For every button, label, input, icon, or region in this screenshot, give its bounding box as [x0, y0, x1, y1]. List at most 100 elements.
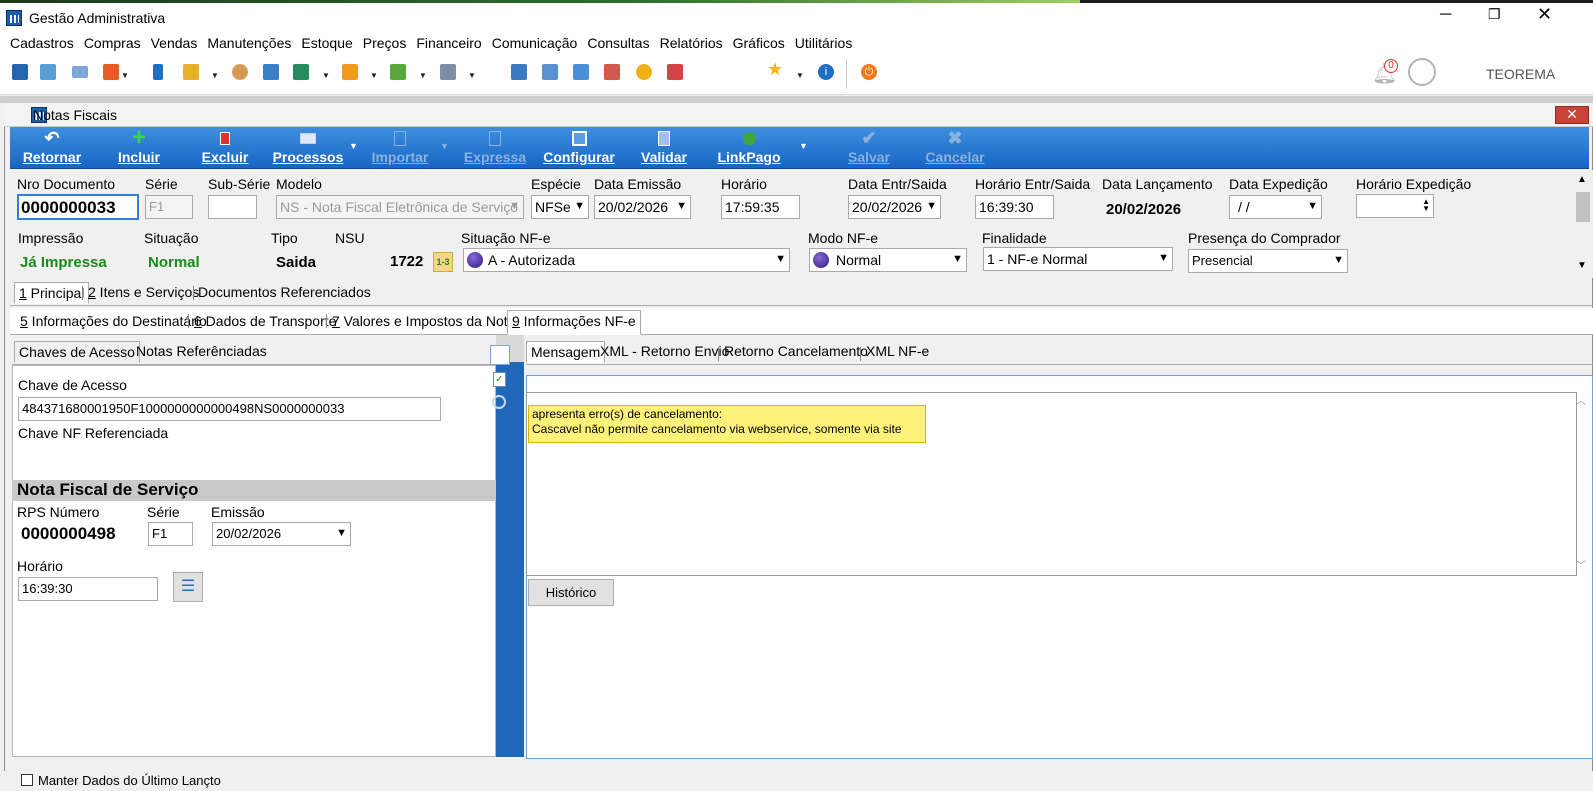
horario-list-button[interactable]: ☰ [173, 572, 203, 602]
nsu-lookup-icon[interactable]: 1-3 [433, 252, 453, 272]
horario-entr-saida-input[interactable]: 16:39:30 [975, 195, 1054, 219]
scroll-thumb[interactable] [1576, 192, 1590, 222]
tab-notas-referenciadas[interactable]: Notas Referênciadas [132, 341, 271, 363]
horario-expedicao-spinner[interactable]: ▲ ▼ [1356, 194, 1434, 218]
especie-select[interactable]: NFSe ▼ [531, 195, 589, 219]
tab-xml-retorno-envio[interactable]: XML - Retorno Envio [596, 341, 733, 363]
dropdown-arrow-icon[interactable]: ▼ [211, 71, 219, 80]
tab-documentos-referenciados[interactable]: Documentos Referenciados [194, 282, 375, 304]
presenca-select[interactable]: Presencial ▼ [1188, 249, 1348, 273]
data-emissao-picker[interactable]: 20/02/2026 ▼ [594, 195, 691, 219]
document-arrow-icon[interactable] [490, 345, 510, 365]
scroll-down-icon[interactable]: ▼ [1577, 260, 1587, 271]
horario-input[interactable]: 17:59:35 [721, 195, 800, 219]
tag-icon[interactable] [342, 64, 358, 80]
excluir-button[interactable]: Excluir [200, 127, 250, 169]
menu-estoque[interactable]: Estoque [291, 33, 352, 53]
situacao-nfe-select[interactable]: A - Autorizada ▼ [463, 248, 790, 272]
file-icon[interactable] [153, 64, 163, 80]
tab-valores-impostos[interactable]: 7 Valores e Impostos da Nota [328, 311, 519, 333]
tab-xml-nfe[interactable]: XML NF-e [862, 341, 933, 363]
report-icon[interactable] [667, 64, 683, 80]
card-icon[interactable] [72, 66, 88, 78]
close-window-button[interactable]: ✕ [1555, 106, 1589, 124]
tab-itens-servicos[interactable]: 2 Itens e Serviços [84, 282, 203, 304]
linkpago-dropdown-icon[interactable]: ▼ [799, 141, 808, 151]
bank-icon[interactable] [263, 64, 279, 80]
info-icon[interactable]: i [818, 64, 834, 80]
schedule-icon[interactable] [604, 64, 620, 80]
avatar-icon[interactable] [1408, 58, 1436, 86]
incluir-button[interactable]: + Incluir [114, 124, 164, 169]
menu-compras[interactable]: Compras [74, 33, 141, 53]
linkpago-button[interactable]: LinkPago [716, 127, 782, 169]
configurar-button[interactable]: Configurar [542, 127, 616, 169]
menu-graficos[interactable]: Gráficos [723, 33, 785, 53]
cart-icon[interactable] [293, 64, 309, 80]
manter-dados-checkbox[interactable] [21, 774, 33, 786]
processos-dropdown-icon[interactable]: ▼ [349, 141, 358, 151]
money-icon[interactable] [390, 64, 406, 80]
dropdown-arrow-icon[interactable]: ▼ [322, 71, 330, 80]
data-entr-saida-picker[interactable]: 20/02/2026 ▼ [848, 195, 941, 219]
close-app-icon[interactable]: ✕ [1537, 4, 1552, 25]
tab-informacoes-nfe[interactable]: 9 Informações NF-e [507, 310, 641, 335]
clock-icon[interactable] [636, 64, 652, 80]
menu-consultas[interactable]: Consultas [577, 33, 649, 53]
validar-button[interactable]: Validar [636, 127, 692, 169]
checklist-icon[interactable]: ✓ [493, 372, 506, 387]
menu-relatorios[interactable]: Relatórios [650, 33, 723, 53]
menu-vendas[interactable]: Vendas [141, 33, 198, 53]
tab-informacoes-destinatario[interactable]: 5 Informações do Destinatário [16, 311, 211, 333]
grid-icon[interactable] [511, 64, 527, 80]
dropdown-arrow-icon[interactable]: ▼ [796, 71, 804, 80]
tab-retorno-cancelamento[interactable]: Retorno Cancelamento [720, 341, 872, 363]
tab-dados-transporte[interactable]: 6 Dados de Transporte [190, 311, 340, 333]
menu-manutencoes[interactable]: Manutenções [197, 33, 291, 53]
processos-button[interactable]: Processos [272, 127, 344, 169]
data-expedicao-picker[interactable]: / / ▼ [1229, 195, 1322, 219]
calculator-icon[interactable] [542, 64, 558, 80]
nfs-emissao-picker[interactable]: 20/02/2026 ▼ [212, 522, 351, 546]
nfs-horario-input[interactable]: 16:39:30 [18, 577, 158, 601]
nfs-serie-input[interactable]: F1 [148, 522, 193, 546]
dropdown-arrow-icon[interactable]: ▼ [419, 71, 427, 80]
person-icon[interactable] [232, 64, 248, 80]
scroll-up-icon[interactable]: ︿ [1576, 392, 1586, 407]
nro-documento-input[interactable]: 0000000033 [17, 194, 139, 220]
chave-acesso-input[interactable]: 484371680001950F1000000000000498NS000000… [18, 397, 441, 421]
header-scrollbar[interactable]: ▲ ▼ [1573, 170, 1593, 278]
historico-button[interactable]: Histórico [528, 579, 614, 606]
dropdown-arrow-icon[interactable]: ▼ [370, 71, 378, 80]
tab-principal[interactable]: 1 Principal [14, 282, 90, 304]
scroll-up-icon[interactable]: ▲ [1577, 174, 1587, 185]
dropdown-arrow-icon[interactable]: ▼ [121, 71, 129, 80]
box-icon[interactable] [183, 64, 199, 80]
menu-comunicacao[interactable]: Comunicação [482, 33, 578, 53]
hierarchy-icon[interactable] [103, 64, 119, 80]
document-icon[interactable] [12, 64, 28, 80]
tab-mensagem[interactable]: Mensagem [526, 341, 606, 363]
minimize-icon[interactable]: ─ [1440, 6, 1451, 24]
app-title: Gestão Administrativa [29, 10, 166, 26]
menu-utilitarios[interactable]: Utilitários [785, 33, 853, 53]
scroll-down-icon[interactable]: ﹀ [1576, 557, 1586, 572]
star-icon[interactable]: ★ [767, 59, 783, 80]
menu-cadastros[interactable]: Cadastros [0, 33, 74, 53]
spinner-arrows-icon[interactable]: ▲ ▼ [1422, 198, 1430, 213]
dropdown-arrow-icon[interactable]: ▼ [468, 71, 476, 80]
tab-chaves-acesso[interactable]: Chaves de Acesso [14, 341, 140, 363]
sub-serie-input[interactable] [208, 195, 257, 219]
users-icon[interactable] [40, 64, 56, 80]
menu-precos[interactable]: Preços [353, 33, 407, 53]
error-line-1: apresenta erro(s) de cancelamento: [532, 407, 723, 421]
search-icon[interactable] [492, 395, 506, 409]
menu-financeiro[interactable]: Financeiro [406, 33, 481, 53]
retornar-button[interactable]: ↶ Retornar [20, 127, 84, 169]
printer-icon[interactable] [440, 64, 456, 80]
calendar-icon[interactable] [573, 64, 589, 80]
finalidade-select[interactable]: 1 - NF-e Normal ▼ [983, 247, 1173, 271]
restore-icon[interactable]: ❐ [1488, 6, 1501, 23]
power-icon[interactable]: ⏻ [861, 64, 877, 80]
modo-nfe-select[interactable]: Normal ▼ [809, 248, 967, 272]
